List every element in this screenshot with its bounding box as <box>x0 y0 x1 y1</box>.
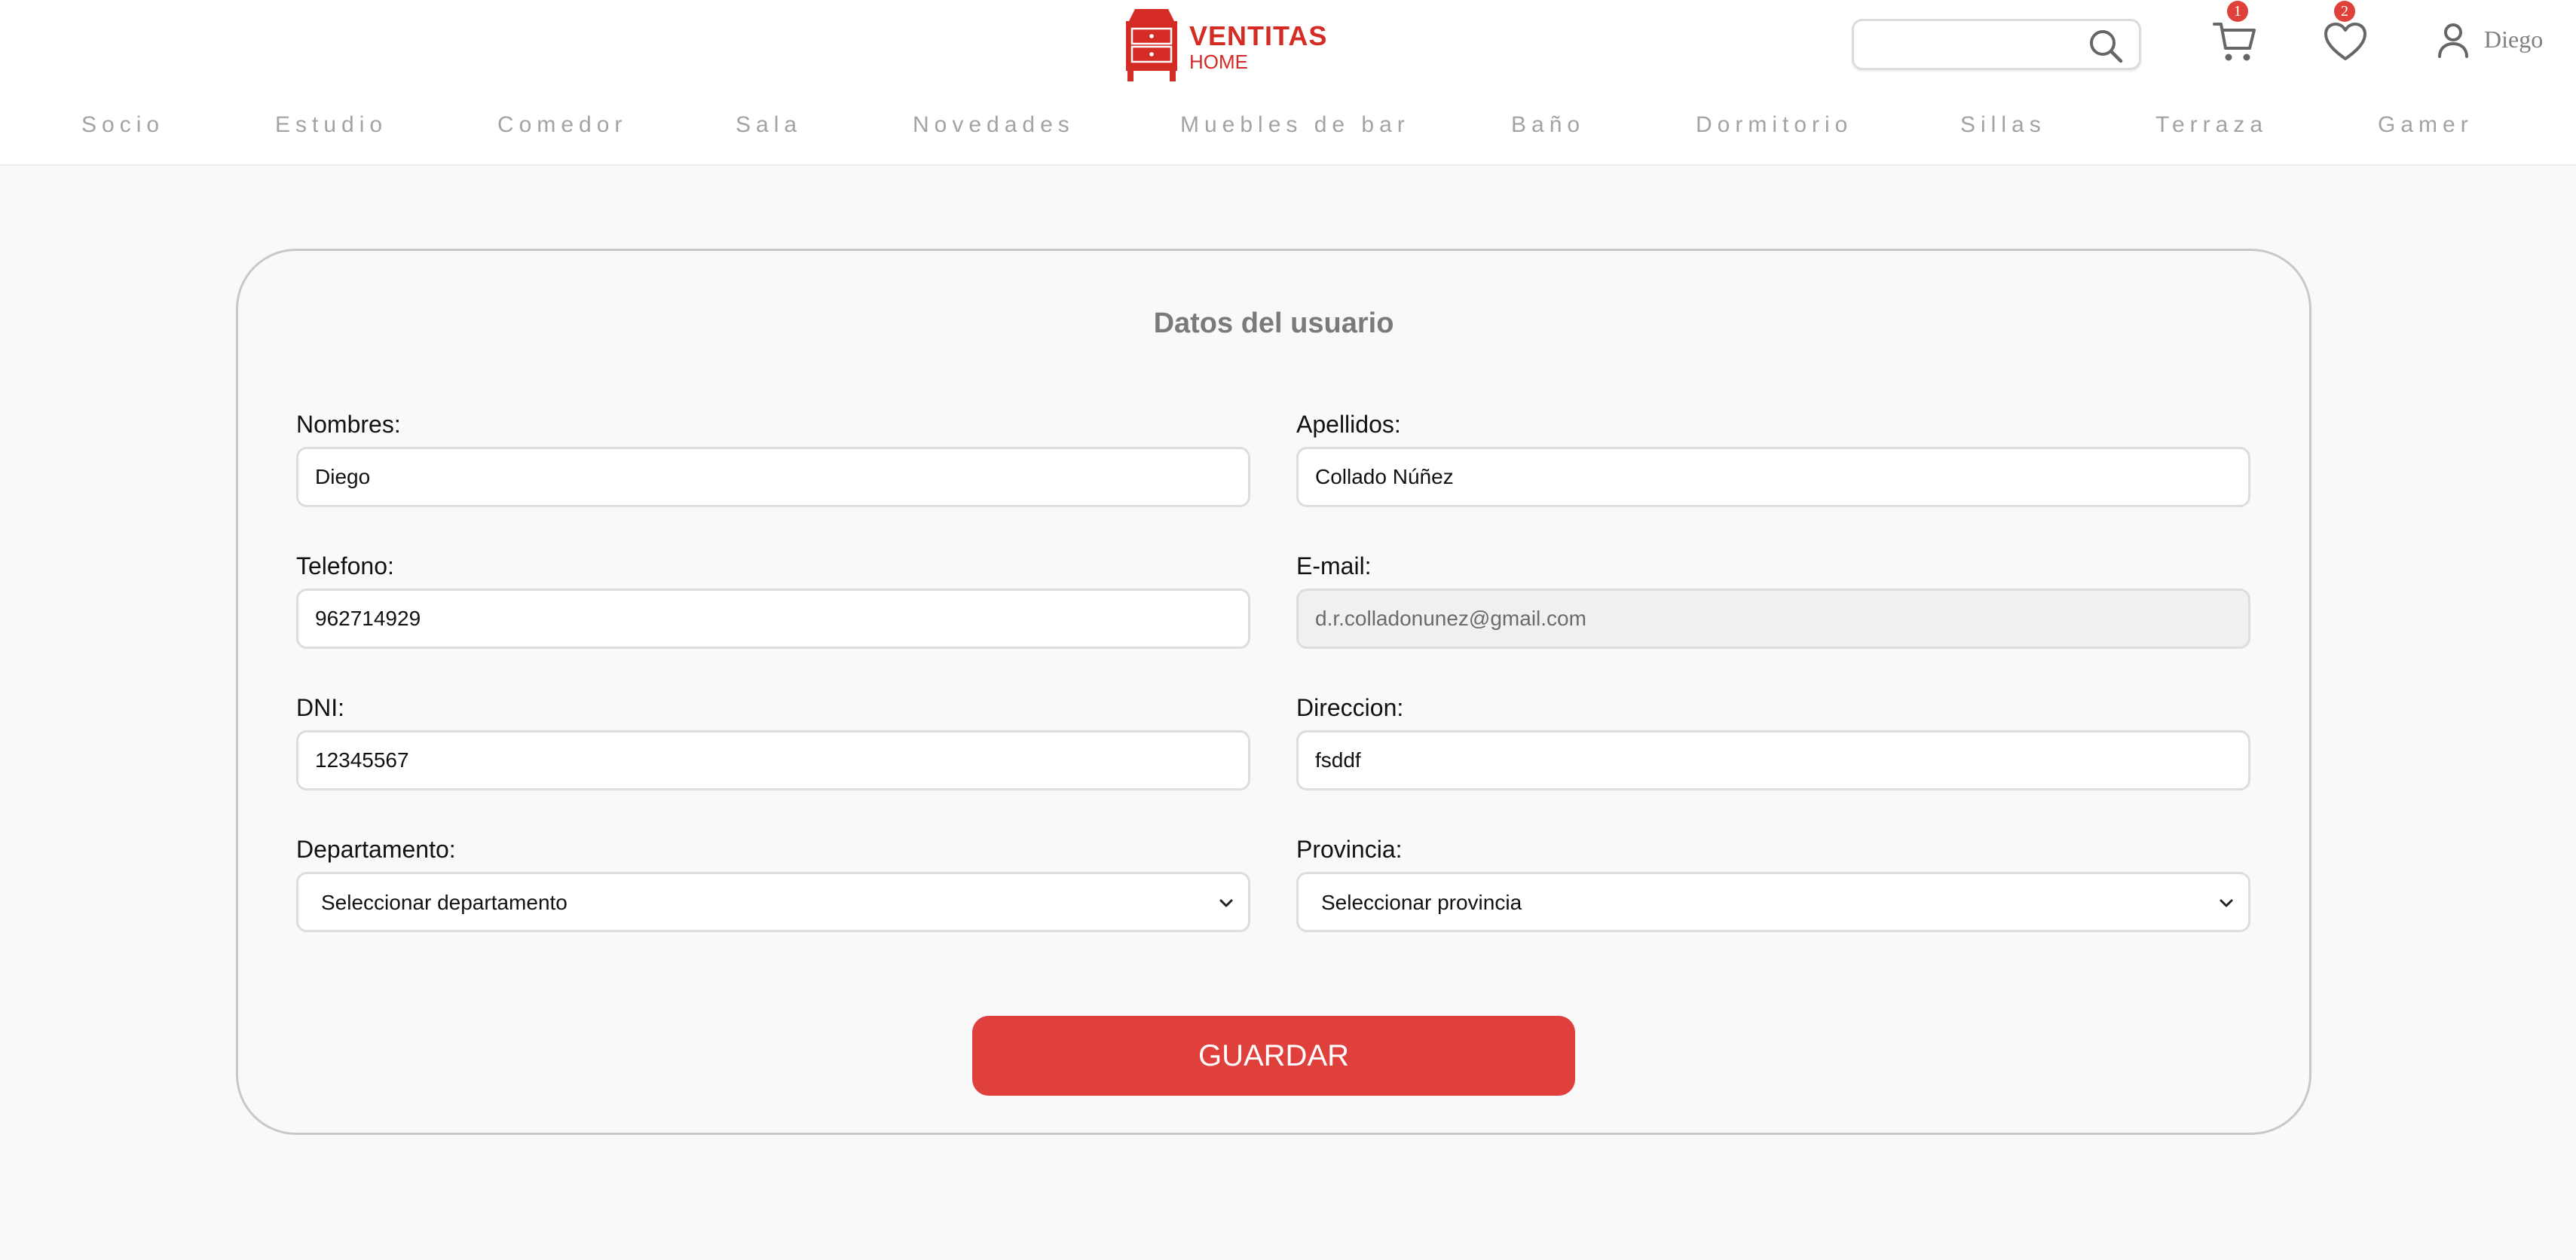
apellidos-input[interactable] <box>1296 447 2250 507</box>
apellidos-label: Apellidos: <box>1296 411 1401 438</box>
brand-name: VENTITAS <box>1189 20 1328 51</box>
nav-item-bano[interactable]: Baño <box>1511 106 1585 145</box>
form-title: Datos del usuario <box>1153 307 1394 339</box>
telefono-input[interactable] <box>296 589 1250 649</box>
heart-icon <box>2324 23 2366 60</box>
email-label: E-mail: <box>1296 552 1372 580</box>
departamento-select[interactable]: Seleccionar departamento <box>296 872 1250 932</box>
nav-item-terraza[interactable]: Terraza <box>2155 106 2268 145</box>
chevron-down-icon <box>2220 899 2233 907</box>
provincia-select[interactable]: Seleccionar provincia <box>1296 872 2250 932</box>
save-button[interactable]: GUARDAR <box>972 1016 1575 1096</box>
nav-item-estudio[interactable]: Estudio <box>275 106 387 145</box>
wishlist-count-badge: 2 <box>2334 1 2355 22</box>
brand-logo[interactable]: VENTITAS HOME <box>1123 8 1326 81</box>
search-input[interactable] <box>1862 26 2083 65</box>
provincia-selected-value: Seleccionar provincia <box>1321 891 1522 914</box>
category-nav: Socio Estudio Comedor Sala Novedades Mue… <box>0 106 2576 145</box>
dni-label: DNI: <box>296 694 344 721</box>
departamento-label: Departamento: <box>296 836 456 863</box>
search-box <box>1852 19 2141 70</box>
telefono-label: Telefono: <box>296 552 394 580</box>
cart-button[interactable] <box>2212 20 2257 63</box>
nombres-input[interactable] <box>296 447 1250 507</box>
nombres-label: Nombres: <box>296 411 401 438</box>
departamento-selected-value: Seleccionar departamento <box>321 891 568 914</box>
nav-item-sala[interactable]: Sala <box>736 106 802 145</box>
cart-icon <box>2213 23 2256 61</box>
nav-item-dormitorio[interactable]: Dormitorio <box>1696 106 1852 145</box>
user-icon <box>2438 23 2468 58</box>
brand-subtitle: HOME <box>1189 50 1248 73</box>
cart-count-badge: 1 <box>2227 1 2248 22</box>
search-icon[interactable] <box>2086 27 2125 65</box>
nav-item-socio[interactable]: Socio <box>81 106 164 145</box>
chevron-down-icon <box>1219 899 1233 907</box>
direccion-input[interactable] <box>1296 730 2250 791</box>
wishlist-button[interactable] <box>2323 21 2368 63</box>
user-name: Diego <box>2484 26 2544 53</box>
nav-item-sillas[interactable]: Sillas <box>1960 106 2046 145</box>
direccion-label: Direccion: <box>1296 694 1404 721</box>
provincia-label: Provincia: <box>1296 836 1403 863</box>
user-data-card <box>236 249 2311 1135</box>
nav-item-gamer[interactable]: Gamer <box>2378 106 2474 145</box>
site-header: VENTITAS HOME 1 2 Diego Socio Estudio Co… <box>0 0 2576 166</box>
email-input <box>1296 589 2250 649</box>
dresser-logo-icon <box>1126 9 1177 81</box>
nav-item-muebles-de-bar[interactable]: Muebles de bar <box>1180 106 1410 145</box>
nav-item-comedor[interactable]: Comedor <box>497 106 627 145</box>
dni-input[interactable] <box>296 730 1250 791</box>
nav-item-novedades[interactable]: Novedades <box>913 106 1075 145</box>
